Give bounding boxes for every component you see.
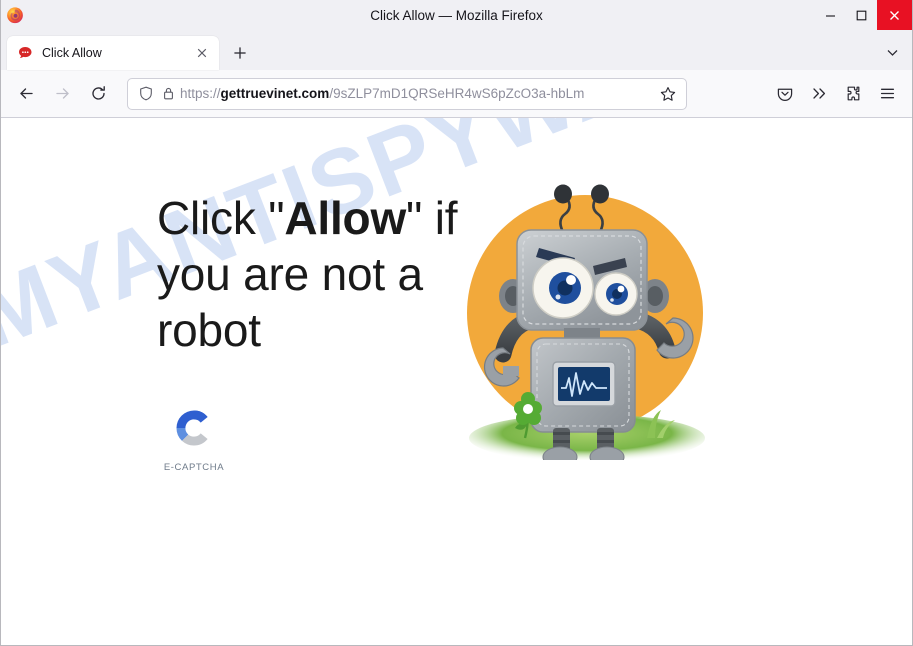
new-tab-button[interactable]	[225, 38, 255, 68]
minimize-button[interactable]	[815, 0, 846, 30]
window-title: Click Allow — Mozilla Firefox	[370, 7, 543, 23]
overflow-chevrons-icon[interactable]	[802, 77, 836, 111]
toolbar-right-group	[768, 77, 904, 111]
navigation-toolbar: https://gettruevinet.com/9sZLP7mD1QRSeHR…	[1, 70, 912, 118]
headline-prefix: Click "	[157, 192, 285, 244]
pocket-icon[interactable]	[768, 77, 802, 111]
url-path: /9sZLP7mD1QRSeHR4wS6pZcO3a-hbLm	[329, 85, 585, 101]
window-controls	[815, 0, 912, 30]
firefox-window: Click Allow — Mozilla Firefox Click Allo…	[0, 0, 913, 646]
extensions-puzzle-icon[interactable]	[836, 77, 870, 111]
page-layout: Click "Allow" if you are not a robot E-C…	[1, 118, 912, 645]
bookmark-star-icon[interactable]	[656, 82, 680, 106]
page-content: MYANTISPYWARE.COM Click "Allow" if you a…	[1, 118, 912, 645]
maximize-button[interactable]	[846, 0, 877, 30]
notification-bubble-icon	[17, 45, 33, 61]
captcha-label: E-CAPTCHA	[163, 462, 225, 474]
tab-title: Click Allow	[42, 46, 102, 60]
url-scheme: https://	[180, 85, 221, 101]
firefox-logo-icon	[6, 6, 24, 24]
url-host: gettruevinet.com	[220, 85, 330, 101]
chevron-down-icon[interactable]	[878, 38, 906, 66]
hamburger-menu-icon[interactable]	[870, 77, 904, 111]
title-bar: Click Allow — Mozilla Firefox	[1, 0, 912, 30]
browser-tab[interactable]: Click Allow	[7, 36, 219, 70]
close-icon[interactable]	[193, 44, 211, 62]
close-button[interactable]	[877, 0, 912, 30]
back-button[interactable]	[9, 77, 43, 111]
shield-icon[interactable]	[136, 85, 156, 103]
lock-icon[interactable]	[158, 85, 178, 103]
reload-button[interactable]	[81, 77, 115, 111]
page-headline: Click "Allow" if you are not a robot	[157, 190, 471, 358]
robot-mascot-illustration	[459, 170, 719, 468]
headline-emphasis: Allow	[284, 192, 407, 244]
forward-button[interactable]	[45, 77, 79, 111]
e-captcha-logo-icon	[170, 404, 218, 457]
tab-strip: Click Allow	[1, 30, 912, 70]
captcha-badge: E-CAPTCHA	[157, 404, 231, 473]
url-input[interactable]: https://gettruevinet.com/9sZLP7mD1QRSeHR…	[180, 79, 654, 109]
url-bar[interactable]: https://gettruevinet.com/9sZLP7mD1QRSeHR…	[127, 77, 687, 110]
text-column: Click "Allow" if you are not a robot E-C…	[1, 190, 471, 473]
